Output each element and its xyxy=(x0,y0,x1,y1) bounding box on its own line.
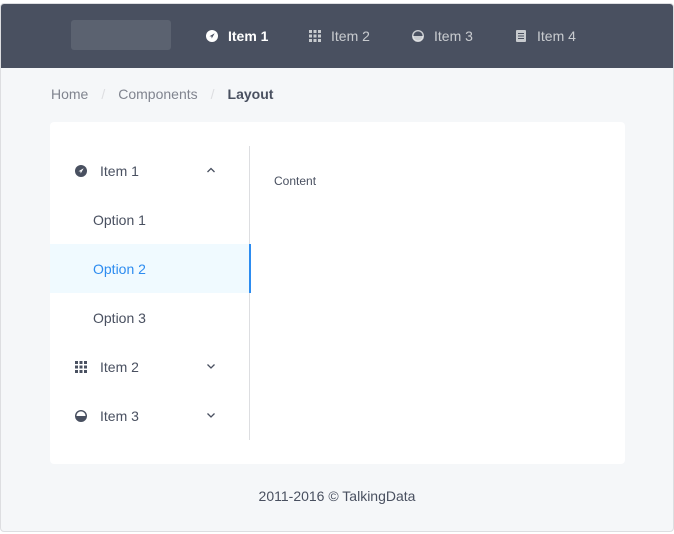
nav-item-2[interactable]: Item 2 xyxy=(309,4,370,68)
pie-icon xyxy=(75,410,87,422)
menu-option-3[interactable]: Option 3 xyxy=(50,293,250,342)
grid-icon xyxy=(309,30,321,42)
submenu-label: Item 3 xyxy=(100,407,139,424)
submenu-label: Item 2 xyxy=(100,358,139,375)
option-label: Option 3 xyxy=(93,309,146,326)
nav-item-label: Item 4 xyxy=(537,28,576,44)
grid-icon xyxy=(75,361,87,373)
option-label: Option 1 xyxy=(93,211,146,228)
logo-placeholder xyxy=(71,20,171,50)
menu-option-2[interactable]: Option 2 xyxy=(50,244,251,293)
content-card: Item 1 Option 1 Option 2 Option 3 Item 2… xyxy=(50,122,625,464)
chevron-down-icon xyxy=(207,364,215,369)
option-label: Option 2 xyxy=(93,260,146,277)
breadcrumb-components[interactable]: Components xyxy=(118,86,197,102)
submenu-item-1[interactable]: Item 1 xyxy=(50,146,250,195)
navigate-icon xyxy=(75,165,87,177)
top-header: Item 1 Item 2 Item 3 Item 4 xyxy=(1,4,673,68)
submenu-item-3[interactable]: Item 3 xyxy=(50,391,250,440)
content-area-text: Content xyxy=(274,174,317,188)
chevron-down-icon xyxy=(207,413,215,418)
submenu-label: Item 1 xyxy=(100,162,139,179)
breadcrumb-current: Layout xyxy=(227,86,274,102)
app-frame: Item 1 Item 2 Item 3 Item 4 Home / Compo… xyxy=(0,3,674,532)
document-icon xyxy=(516,30,526,42)
nav-item-label: Item 3 xyxy=(434,28,473,44)
nav-item-label: Item 1 xyxy=(228,28,269,44)
footer-copyright: 2011-2016 © TalkingData xyxy=(258,488,416,504)
nav-item-3[interactable]: Item 3 xyxy=(412,4,473,68)
nav-item-1[interactable]: Item 1 xyxy=(206,4,268,68)
pie-icon xyxy=(412,30,424,42)
chevron-up-icon xyxy=(207,167,215,173)
side-menu: Item 1 Option 1 Option 2 Option 3 Item 2… xyxy=(50,146,251,440)
nav-item-label: Item 2 xyxy=(331,28,370,44)
breadcrumb-separator: / xyxy=(210,86,215,102)
menu-option-1[interactable]: Option 1 xyxy=(50,195,250,244)
nav-item-4[interactable]: Item 4 xyxy=(515,4,576,68)
breadcrumb-separator: / xyxy=(101,86,106,102)
navigate-icon xyxy=(206,30,218,42)
submenu-item-2[interactable]: Item 2 xyxy=(50,342,250,391)
breadcrumb: Home / Components / Layout xyxy=(51,86,273,102)
breadcrumb-home[interactable]: Home xyxy=(51,86,88,102)
